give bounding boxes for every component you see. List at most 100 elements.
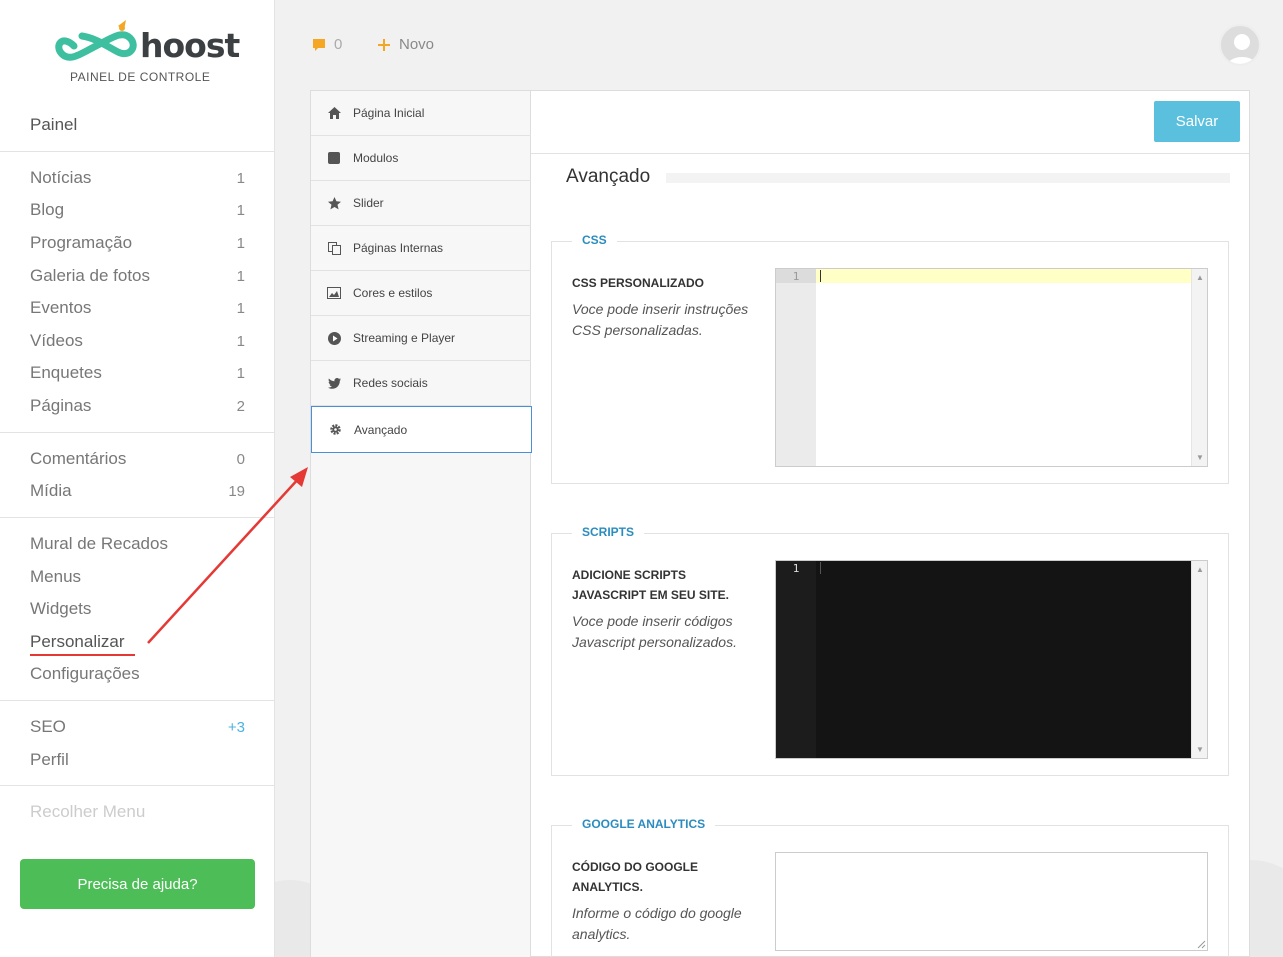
scripts-field-label: ADICIONE SCRIPTS JAVASCRIPT EM SEU SITE.: [572, 568, 729, 602]
menu-item-label: Avançado: [354, 422, 408, 437]
sidebar-item-count: 1: [236, 169, 245, 187]
css-field-label: CSS PERSONALIZADO: [572, 276, 705, 290]
menu-item-pagina-inicial[interactable]: Página Inicial: [311, 91, 531, 136]
brand-subtitle: PAINEL DE CONTROLE: [70, 70, 211, 84]
sidebar-item-label: Páginas: [30, 396, 92, 415]
settings-content: Salvar Avançado CSS CSS PERSONALIZADO Vo…: [531, 91, 1249, 957]
menu-item-slider[interactable]: Slider: [311, 181, 531, 226]
home-icon: [327, 106, 341, 120]
sidebar-item-label: Notícias: [30, 168, 92, 187]
editor-scrollbar[interactable]: ▲ ▼: [1191, 561, 1207, 758]
analytics-textarea[interactable]: [775, 852, 1208, 951]
js-code-editor[interactable]: 1 ▲ ▼: [775, 560, 1208, 759]
gear-icon: [328, 423, 342, 437]
menu-item-avancado[interactable]: Avançado: [311, 406, 532, 453]
save-button[interactable]: Salvar: [1154, 101, 1240, 142]
css-field-help: Voce pode inserir instruções CSS persona…: [572, 301, 749, 338]
sidebar-item-label: Menus: [30, 567, 82, 586]
comments-button[interactable]: 0: [312, 36, 342, 53]
sidebar-item-label: Programação: [30, 233, 133, 252]
menu-item-cores[interactable]: Cores e estilos: [311, 271, 531, 316]
menu-item-redes-sociais[interactable]: Redes sociais: [311, 361, 531, 406]
sidebar-item-videos[interactable]: Vídeos 1: [30, 328, 245, 354]
scripts-fieldset: SCRIPTS ADICIONE SCRIPTS JAVASCRIPT EM S…: [551, 525, 1229, 776]
nav-divider: [0, 151, 274, 152]
avatar[interactable]: [1219, 24, 1261, 66]
menu-item-modulos[interactable]: Modulos: [311, 136, 531, 181]
line-number: 1: [792, 270, 800, 283]
copy-icon: [327, 241, 341, 255]
scroll-down-icon[interactable]: ▼: [1196, 745, 1204, 754]
annotation-arrow: [147, 467, 308, 644]
menu-item-label: Redes sociais: [353, 376, 428, 390]
annotation-underline: [30, 654, 135, 656]
menu-item-paginas-internas[interactable]: Páginas Internas: [311, 226, 531, 271]
css-legend: CSS: [572, 233, 617, 247]
nav-divider: [0, 785, 274, 786]
sidebar-item-label: Perfil: [30, 750, 69, 769]
customize-menu: Página Inicial Modulos Slider Páginas In…: [311, 91, 532, 957]
user-icon: [1227, 34, 1257, 64]
sidebar-item-label: Comentários: [30, 449, 127, 468]
sidebar-item-count: 1: [236, 364, 245, 382]
menu-item-label: Slider: [353, 196, 384, 210]
sidebar-item-label: Configurações: [30, 664, 140, 683]
new-button[interactable]: Novo: [377, 36, 434, 53]
sidebar-item-eventos[interactable]: Eventos 1: [30, 295, 245, 321]
sidebar-item-label: Enquetes: [30, 363, 102, 382]
menu-item-label: Cores e estilos: [353, 286, 433, 300]
nav-divider: [0, 432, 274, 433]
sidebar-item-count: 1: [236, 234, 245, 252]
sidebar-item-paginas[interactable]: Páginas 2: [30, 393, 245, 419]
sidebar-item-programacao[interactable]: Programação 1: [30, 230, 245, 256]
sidebar-item-label: Galeria de fotos: [30, 266, 151, 285]
css-code-editor[interactable]: 1 ▲ ▼: [775, 268, 1208, 467]
image-icon: [327, 286, 341, 300]
menu-item-label: Streaming e Player: [353, 331, 456, 345]
sidebar-item-count: 2: [236, 397, 245, 415]
help-button[interactable]: Precisa de ajuda?: [20, 859, 255, 909]
sidebar-item-perfil[interactable]: Perfil: [30, 747, 245, 773]
scroll-up-icon[interactable]: ▲: [1196, 273, 1204, 282]
logo[interactable]: hoost PAINEL DE CONTROLE: [52, 18, 240, 84]
analytics-field-label: CÓDIGO DO GOOGLE ANALYTICS.: [572, 860, 699, 894]
scripts-legend: SCRIPTS: [572, 525, 645, 539]
text-cursor: [820, 270, 821, 282]
editor-gutter: 1: [776, 269, 816, 466]
active-line-highlight: [816, 269, 1191, 283]
sidebar-item-noticias[interactable]: Notícias 1: [30, 165, 245, 191]
editor-scrollbar[interactable]: ▲ ▼: [1191, 269, 1207, 466]
analytics-legend: GOOGLE ANALYTICS: [572, 817, 716, 831]
sidebar-item-configuracoes[interactable]: Configurações: [30, 661, 245, 687]
square-icon: [327, 151, 341, 165]
customize-panel: Página Inicial Modulos Slider Páginas In…: [310, 90, 1250, 957]
comments-count: 0: [334, 36, 343, 53]
text-cursor: [820, 562, 821, 574]
sidebar-item-label: Mídia: [30, 481, 72, 500]
scroll-up-icon[interactable]: ▲: [1196, 565, 1204, 574]
sidebar-item-count: 1: [236, 201, 245, 219]
star-icon: [327, 196, 341, 210]
sidebar-item-count: 1: [236, 267, 245, 285]
menu-item-label: Páginas Internas: [353, 241, 444, 255]
sidebar-item-count: 1: [236, 332, 245, 350]
sidebar-item-label: Eventos: [30, 298, 92, 317]
comment-icon: [313, 38, 325, 51]
sidebar-item-painel[interactable]: Painel: [30, 112, 245, 138]
sidebar-item-label: Widgets: [30, 599, 92, 618]
analytics-fieldset: GOOGLE ANALYTICS CÓDIGO DO GOOGLE ANALYT…: [551, 817, 1229, 957]
sidebar-item-galeria[interactable]: Galeria de fotos 1: [30, 263, 245, 289]
sidebar-item-label: Blog: [30, 200, 65, 219]
brand-name: hoost: [140, 26, 240, 65]
sidebar-item-enquetes[interactable]: Enquetes 1: [30, 360, 245, 386]
nav-divider: [0, 700, 274, 701]
sidebar-item-seo[interactable]: SEO +3: [30, 714, 245, 740]
resize-handle-icon[interactable]: [1197, 940, 1206, 949]
twitter-icon: [327, 376, 341, 390]
collapse-menu-button[interactable]: Recolher Menu: [30, 799, 245, 825]
menu-item-streaming[interactable]: Streaming e Player: [311, 316, 531, 361]
sidebar-item-blog[interactable]: Blog 1: [30, 197, 245, 223]
line-number: 1: [792, 562, 800, 575]
scroll-down-icon[interactable]: ▼: [1196, 453, 1204, 462]
section-rule: [666, 173, 1230, 183]
